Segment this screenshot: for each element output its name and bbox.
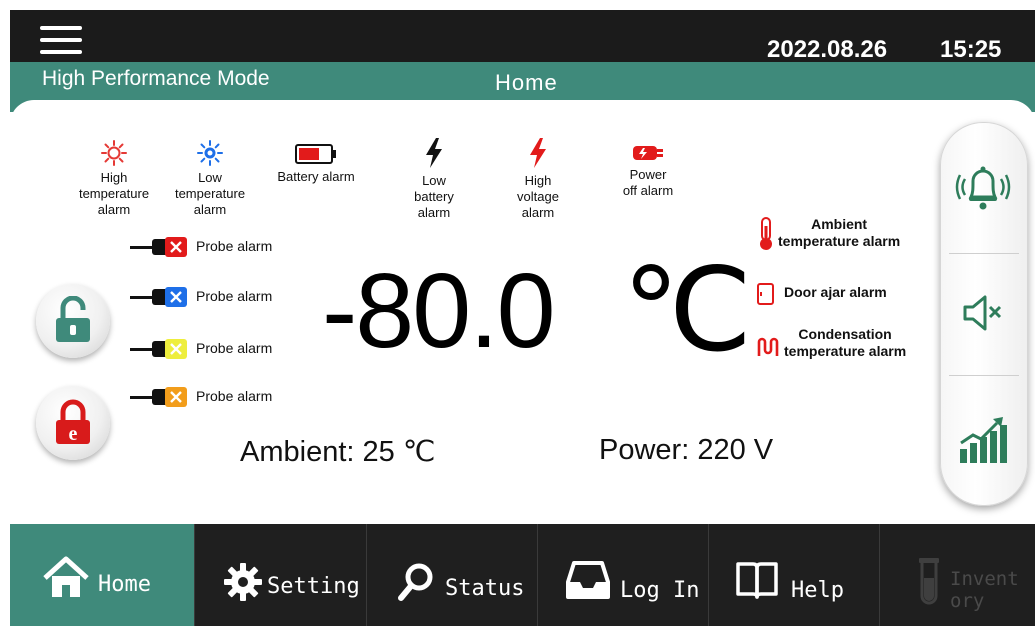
alarm-bell-button[interactable] (951, 151, 1017, 221)
nav-status-label: Status (445, 576, 525, 601)
low-temperature-label: Low temperature alarm (174, 170, 246, 217)
low-temperature-alarm: Low temperature alarm (164, 140, 256, 218)
nav-home[interactable]: Home (10, 524, 195, 626)
bell-icon (955, 166, 1011, 210)
svg-text:e: e (69, 423, 78, 445)
unlock-button[interactable] (36, 284, 110, 358)
probe-close-icon (165, 287, 187, 307)
mute-button[interactable] (951, 283, 1017, 353)
high-temperature-sun-icon (101, 140, 127, 166)
low-battery-label: Low battery alarm (414, 173, 454, 220)
ambient-temperature-label: Ambient temperature alarm (778, 216, 901, 249)
door-icon (757, 283, 774, 305)
high-temperature-alarm: High temperature alarm (68, 140, 160, 218)
side-action-panel (940, 122, 1028, 506)
battery-alarm: Battery alarm (266, 143, 366, 185)
unlocked-padlock-icon (56, 296, 90, 342)
lightning-icon (426, 138, 442, 168)
high-temperature-label: High temperature alarm (78, 170, 150, 217)
nav-help-label: Help (791, 578, 844, 603)
nav-help[interactable]: Help (709, 524, 880, 626)
chamber-temperature-value: -80.0 (322, 252, 556, 370)
lightning-icon (530, 138, 546, 168)
trend-chart-button[interactable] (951, 405, 1017, 475)
nav-inventory[interactable]: Invent ory (880, 524, 1035, 626)
high-voltage-label: High voltage alarm (517, 173, 559, 220)
power-off-label: Power off alarm (622, 167, 674, 198)
probe-alarm-label: Probe alarm (196, 288, 273, 304)
time-display: 15:25 (940, 36, 1002, 63)
date-display: 2022.08.26 (767, 36, 888, 63)
nav-home-label: Home (98, 572, 151, 597)
inbox-tray-icon (566, 561, 610, 599)
open-book-icon (736, 562, 778, 599)
nav-inventory-label: Invent ory (950, 568, 1019, 612)
nav-status[interactable]: Status (367, 524, 538, 626)
page-title: Home (495, 70, 558, 95)
top-bar: 2022.08.26 15:25 (10, 10, 1035, 63)
speaker-mute-icon (963, 295, 1002, 331)
probe-close-icon (165, 339, 187, 359)
hamburger-menu-icon[interactable] (40, 26, 82, 54)
high-voltage-alarm: High voltage alarm (498, 137, 578, 221)
bottom-nav-bar: Home Setting Status Log In Help Invent o… (10, 524, 1035, 626)
thermometer-icon (760, 217, 772, 250)
nav-login[interactable]: Log In (538, 524, 709, 626)
locked-padlock-icon: e (56, 399, 90, 445)
battery-icon (295, 144, 336, 164)
nav-setting-label: Setting (267, 574, 360, 599)
heating-coil-icon (757, 337, 779, 356)
probe-alarm-label: Probe alarm (196, 340, 273, 356)
rising-bar-chart-icon (960, 417, 1007, 463)
home-icon (43, 556, 89, 597)
low-battery-alarm: Low battery alarm (394, 137, 474, 221)
power-reading: Power: 220 V (599, 434, 774, 466)
test-tube-icon (919, 558, 939, 605)
low-temperature-snow-icon (197, 140, 223, 166)
probe-alarm-label: Probe alarm (196, 238, 273, 254)
ambient-reading: Ambient: 25 ℃ (240, 436, 436, 468)
power-off-alarm: Power off alarm (608, 143, 688, 199)
probe-close-icon (165, 387, 187, 407)
probe-alarm-label: Probe alarm (196, 388, 273, 404)
condensation-label: Condensation temperature alarm (784, 326, 907, 359)
electronic-lock-button[interactable]: e (36, 386, 110, 460)
temperature-unit: ℃ (622, 248, 753, 376)
app-frame: 2022.08.26 15:25 High Performance Mode H… (10, 0, 1035, 626)
nav-login-label: Log In (620, 578, 700, 603)
power-plug-icon (633, 146, 663, 160)
gear-icon (224, 563, 262, 601)
battery-alarm-label: Battery alarm (277, 169, 355, 184)
nav-setting[interactable]: Setting (195, 524, 367, 626)
door-ajar-label: Door ajar alarm (784, 284, 887, 300)
search-icon (398, 563, 433, 601)
probe-close-icon (165, 237, 187, 257)
performance-mode-label: High Performance Mode (42, 67, 270, 90)
